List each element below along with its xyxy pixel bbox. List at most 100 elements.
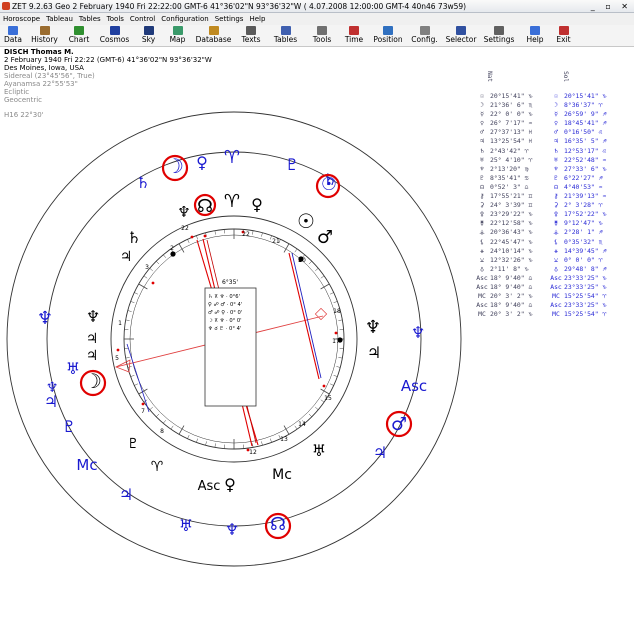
planet-glyph: ☿: [480, 110, 484, 119]
jupiter-glyph[interactable]: ♃: [119, 485, 133, 504]
position-value: 27°37'13" ♓: [490, 128, 533, 137]
position-value: 20°36'43" ♑: [490, 228, 533, 237]
venus-glyph[interactable]: ♀: [224, 475, 236, 494]
position-value: 18° 9'40" ♎: [490, 273, 533, 282]
position-value: 24°10'14" ♑: [490, 246, 533, 255]
position-value: 22°12'58" ♑: [490, 219, 533, 228]
aries-glyph[interactable]: ♈: [224, 147, 240, 168]
position-value: 20°15'41" ♑: [490, 92, 533, 100]
table-row: ⚺ 12°32'26" ♑ ⚺ 0° 0' 0" ♈: [476, 256, 634, 265]
table-row: Asc 18° 9'40" ♎ Asc 23°33'25" ♑: [476, 301, 634, 310]
saturn-glyph[interactable]: ♄: [136, 173, 150, 192]
planet-glyph: MC: [552, 292, 560, 301]
position-value: 2°43'42" ♈: [490, 146, 529, 155]
planet-glyph: ⚹: [480, 246, 484, 255]
planet-glyph: ⚷: [553, 192, 559, 201]
planet-glyph: ⚳: [479, 201, 485, 210]
position-value: 23°33'25" ♑: [564, 273, 607, 282]
aries-glyph[interactable]: ♈: [151, 459, 164, 475]
neptune-glyph[interactable]: ♆: [46, 380, 59, 396]
asc-label[interactable]: Asc: [198, 479, 221, 494]
table-row: ⚹ 24°10'14" ♑ ⚹ 14°39'45" ♐: [476, 247, 634, 256]
venus-glyph[interactable]: ♀: [251, 195, 263, 214]
uranus-glyph[interactable]: ♅: [179, 516, 193, 535]
position-value: 2°28' 1" ♐: [564, 228, 603, 237]
table-row: ♂ 27°37'13" ♓ ♂ 0°16'50" ♌: [476, 128, 634, 137]
table-row: MC 20° 3' 2" ♑ MC 15°25'54" ♈: [476, 292, 634, 301]
mc-label[interactable]: Mc: [76, 456, 97, 474]
asc-label[interactable]: Asc: [401, 377, 427, 395]
neptune-glyph[interactable]: ♆: [177, 203, 190, 221]
position-value: 8°36'37" ♈: [564, 101, 603, 110]
venus-glyph[interactable]: ♆: [225, 520, 239, 539]
node-glyph[interactable]: ☊: [270, 514, 286, 535]
pluto-glyph[interactable]: ♇: [127, 436, 140, 452]
planet-glyph: Asc: [476, 273, 488, 282]
planet-glyph: ☿: [554, 110, 558, 119]
degree-label: 8: [160, 428, 164, 435]
table-row: ⚴ 23°29'22" ♑ ⚴ 17°52'22" ♑: [476, 210, 634, 219]
degree-label: 20: [298, 257, 306, 264]
planet-glyph: Asc: [550, 273, 562, 282]
degree-label: 22: [242, 231, 250, 238]
planet-glyph: ⚶: [553, 228, 559, 237]
box-line-1: ♄ ⊼ ♆ · 0°6': [208, 294, 240, 300]
saturn-glyph[interactable]: ♄: [323, 170, 337, 189]
position-value: 4°40'53" ♒: [564, 182, 603, 191]
planet-glyph: ⚹: [554, 246, 558, 255]
table-row: ♅ 25° 4'10" ♈ ♅ 22°52'48" ♒: [476, 156, 634, 165]
table-row: MC 20° 3' 2" ♑ MC 15°25'54" ♈: [476, 310, 634, 319]
aries-glyph[interactable]: ♈: [224, 191, 240, 212]
position-value: 2°11' 8" ♑: [490, 264, 529, 273]
table-row: ♄ 2°43'42" ♈ ♄ 12°53'17" ♌: [476, 147, 634, 156]
box-line-4: ☽ ⊼ ♆ · 0° 0': [208, 318, 242, 324]
position-value: 15°25'54" ♈: [564, 292, 607, 301]
planet-glyph: Asc: [550, 301, 562, 310]
planet-glyph: MC: [552, 310, 560, 319]
neptune-glyph[interactable]: ♆: [411, 323, 425, 342]
position-value: 13°25'54" ♓: [490, 137, 533, 146]
positions-table: Nat Sol ☉ 20°15'41" ♑ ☉ 20°15'41" ♑ ☽ 21°36' …: [476, 71, 634, 319]
planet-glyph: ♃: [554, 137, 558, 146]
saturn-glyph[interactable]: ♄: [127, 228, 141, 247]
sun-glyph[interactable]: ☉: [297, 209, 315, 233]
neptune-glyph[interactable]: ♆: [365, 317, 381, 338]
mars-glyph[interactable]: ♂: [391, 414, 407, 435]
mars-glyph[interactable]: ♂: [317, 227, 333, 248]
uranus-glyph[interactable]: ♅: [66, 359, 80, 378]
planet-glyph: Asc: [476, 282, 488, 291]
position-value: 0°16'50" ♌: [564, 128, 603, 137]
planet-glyph: Asc: [550, 282, 562, 291]
mc-label[interactable]: Mc: [272, 467, 292, 483]
table-row: ⚶ 20°36'43" ♑ ⚶ 2°28' 1" ♐: [476, 228, 634, 237]
jupiter-glyph[interactable]: ♃: [367, 343, 381, 362]
planet-glyph: ♇: [480, 173, 484, 182]
box-line-2: ♀ ☍ ♂ · 0° 4': [208, 302, 242, 308]
jupiter-glyph[interactable]: ♃: [86, 348, 99, 364]
pluto-glyph[interactable]: ♇: [62, 417, 76, 436]
jupiter-glyph[interactable]: ♃: [86, 331, 99, 347]
neptune-glyph[interactable]: ♆: [86, 307, 100, 326]
column-nat: Nat: [485, 71, 493, 82]
position-value: 17°55'21" ♊: [490, 192, 533, 201]
degree-label: 22: [181, 225, 189, 232]
planet-glyph: ⚵: [553, 219, 559, 228]
position-value: 0° 0' 0" ♈: [564, 255, 603, 264]
jupiter-glyph[interactable]: ♃: [373, 443, 387, 462]
jupiter-glyph[interactable]: ♃: [120, 249, 133, 265]
neptune-glyph[interactable]: ♆: [37, 308, 53, 329]
planet-glyph: ☽: [554, 101, 558, 110]
degree-label: 21: [272, 238, 280, 245]
table-row: ☽ 21°36' 6" ♏ ☽ 8°36'37" ♈: [476, 101, 634, 110]
position-value: 18°45'41" ♐: [564, 119, 607, 128]
position-value: 14°39'45" ♐: [564, 246, 607, 255]
position-value: 26° 7'17" ♒: [490, 119, 533, 128]
venus-glyph[interactable]: ♀: [196, 153, 208, 172]
pluto-glyph[interactable]: ♇: [285, 155, 299, 174]
table-row: ♁ 2°11' 8" ♑ ♁ 29°48' 8" ♐: [476, 265, 634, 274]
planet-glyph: ♄: [554, 146, 558, 155]
planet-glyph: ♁: [480, 264, 484, 273]
aspect-info-box: 6°35' ♄ ⊼ ♆ · 0°6' ♀ ☍ ♂ · 0° 4' ♂ ☍ ♀ ·…: [204, 279, 257, 407]
uranus-glyph[interactable]: ♅: [312, 441, 326, 460]
planet-glyph: ☉: [480, 92, 484, 100]
